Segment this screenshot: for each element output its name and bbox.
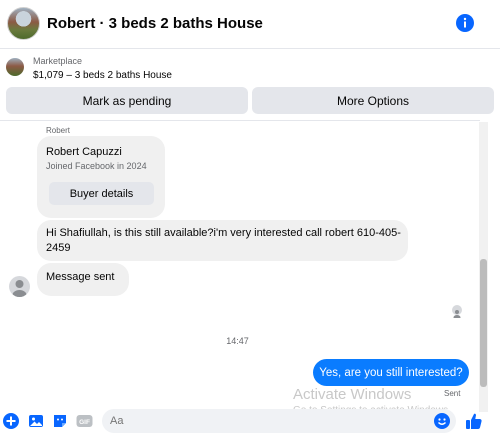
avatar[interactable] xyxy=(9,276,30,297)
message-status: Sent xyxy=(444,389,461,398)
divider xyxy=(0,120,480,121)
marketplace-label: Marketplace xyxy=(33,56,83,66)
mark-as-pending-button[interactable]: Mark as pending xyxy=(6,87,248,114)
listing-avatar[interactable] xyxy=(7,7,40,40)
more-options-button[interactable]: More Options xyxy=(252,87,494,114)
svg-text:GIF: GIF xyxy=(79,419,90,426)
buyer-name: Robert Capuzzi xyxy=(46,146,122,158)
image-icon[interactable] xyxy=(28,413,44,429)
info-icon[interactable] xyxy=(456,14,474,32)
incoming-message-text: Hi Shafiullah, is this still available?i… xyxy=(46,227,401,254)
system-message-text: Message sent xyxy=(46,271,115,283)
buyer-details-button[interactable]: Buyer details xyxy=(49,182,154,205)
user-silhouette-icon xyxy=(12,280,27,297)
user-silhouette-icon xyxy=(453,310,461,320)
plus-circle-icon[interactable] xyxy=(3,413,19,429)
gif-icon[interactable]: GIF xyxy=(76,413,93,429)
sticker-icon[interactable] xyxy=(52,413,68,429)
message-timestamp: 14:47 xyxy=(226,336,249,346)
read-receipt-avatar xyxy=(452,305,462,320)
scrollbar-thumb[interactable] xyxy=(480,259,487,387)
listing-thumbnail[interactable] xyxy=(6,58,24,76)
buyer-joined: Joined Facebook in 2024 xyxy=(46,161,147,171)
emoji-icon[interactable] xyxy=(434,413,450,429)
thumbs-up-icon[interactable] xyxy=(465,412,483,430)
chat-title[interactable]: Robert · 3 beds 2 baths House xyxy=(47,15,263,32)
activation-watermark-title: Activate Windows xyxy=(293,386,412,403)
sender-name: Robert xyxy=(46,126,71,135)
outgoing-message-bubble[interactable]: Yes, are you still interested? xyxy=(313,359,469,386)
listing-price[interactable]: $1,079 – 3 beds 2 baths House xyxy=(33,70,172,81)
message-input[interactable] xyxy=(102,409,456,433)
